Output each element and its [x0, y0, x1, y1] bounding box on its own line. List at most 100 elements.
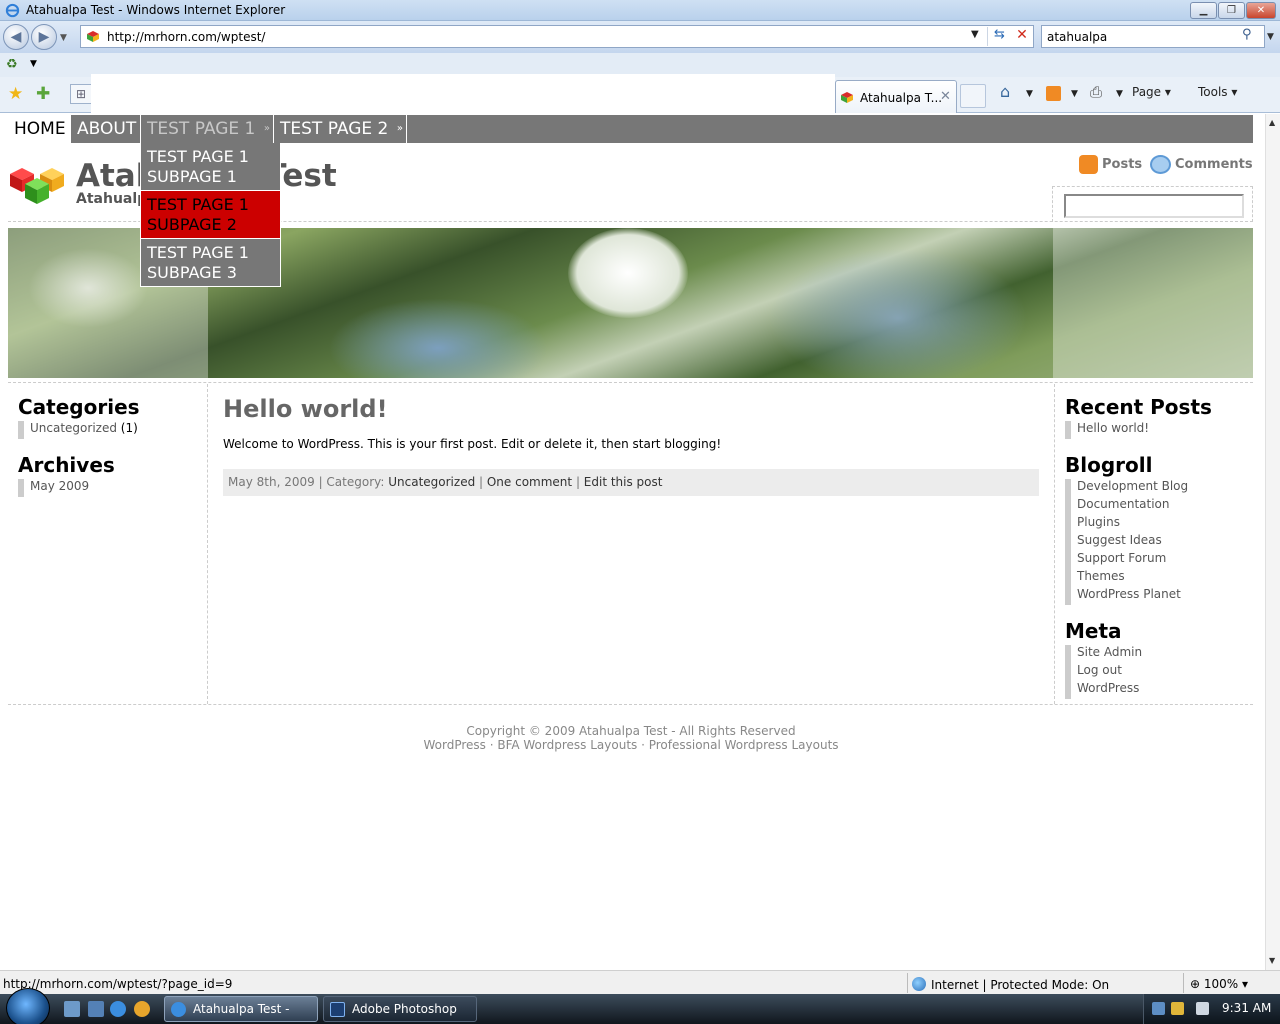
submenu-arrow-icon: »: [263, 123, 270, 134]
submenu-item-line: SUBPAGE 1: [147, 167, 237, 186]
recent-pages-dropdown-icon[interactable]: ▼: [60, 33, 67, 43]
address-url[interactable]: http://mrhorn.com/wptest/: [107, 30, 265, 44]
left-sidebar: Categories Uncategorized (1) Archives Ma…: [18, 395, 198, 511]
security-shield-icon[interactable]: [1171, 1002, 1184, 1015]
post-category-link[interactable]: Uncategorized: [388, 475, 475, 489]
post-title[interactable]: Hello world!: [223, 395, 1039, 427]
edit-post-link[interactable]: Edit this post: [584, 475, 663, 489]
scroll-down-arrow-icon[interactable]: ▼: [1269, 956, 1275, 965]
blogroll-link[interactable]: Suggest Ideas: [1065, 533, 1255, 551]
show-desktop-icon[interactable]: [64, 1001, 80, 1017]
ie-quicklaunch-icon[interactable]: [110, 1001, 126, 1017]
taskbar-button-ie[interactable]: Atahualpa Test - Wi...: [164, 996, 318, 1022]
compatibility-view-icon[interactable]: ♻: [6, 57, 22, 73]
stop-icon[interactable]: ✕: [1011, 27, 1033, 46]
browser-tab-active[interactable]: Atahualpa T... ✕: [835, 80, 957, 113]
minimize-button[interactable]: ▁: [1190, 2, 1217, 19]
blogroll-link[interactable]: Plugins: [1065, 515, 1255, 533]
meta-separator: |: [314, 475, 327, 489]
address-dropdown-icon[interactable]: ▼: [971, 29, 979, 40]
zoom-level[interactable]: ⊕ 100% ▾: [1190, 977, 1248, 991]
photoshop-icon: [330, 1002, 345, 1017]
submenu-item-subpage-2[interactable]: TEST PAGE 1 SUBPAGE 2: [140, 191, 281, 239]
add-favorites-icon[interactable]: ✚: [36, 84, 50, 104]
search-options-dropdown-icon[interactable]: ▼: [1267, 32, 1274, 42]
blogroll-link[interactable]: Documentation: [1065, 497, 1255, 515]
home-dropdown-icon[interactable]: ▼: [1026, 89, 1033, 99]
maximize-button[interactable]: ❐: [1218, 2, 1245, 19]
posts-feed-label: Posts: [1102, 157, 1143, 172]
switch-windows-icon[interactable]: [88, 1001, 104, 1017]
meta-link[interactable]: Site Admin: [1065, 645, 1255, 663]
archives-heading: Archives: [18, 453, 115, 477]
window-title: Atahualpa Test - Windows Internet Explor…: [26, 3, 286, 17]
site-logo-cubes-icon[interactable]: [8, 158, 66, 206]
search-input[interactable]: [1047, 30, 1237, 44]
comments-link[interactable]: One comment: [487, 475, 572, 489]
start-button[interactable]: [6, 988, 50, 1024]
submenu-item-subpage-3[interactable]: TEST PAGE 1 SUBPAGE 3: [140, 239, 281, 287]
network-icon[interactable]: [1152, 1002, 1165, 1015]
globe-icon: [912, 977, 926, 991]
menu-item-test-page-2[interactable]: TEST PAGE 2 »: [274, 115, 407, 143]
blogroll-link[interactable]: Development Blog: [1065, 479, 1255, 497]
list-item[interactable]: Uncategorized (1): [18, 421, 198, 439]
search-box[interactable]: ⚲: [1041, 25, 1265, 48]
feeds-icon[interactable]: [1046, 86, 1061, 101]
command-bar-blank-area: [91, 74, 835, 114]
forward-button[interactable]: ▶: [31, 24, 57, 50]
media-player-icon[interactable]: [134, 1001, 150, 1017]
print-dropdown-icon[interactable]: ▼: [1116, 89, 1123, 99]
back-button[interactable]: ◀: [3, 24, 29, 50]
blogroll-link[interactable]: Themes: [1065, 569, 1255, 587]
site-menu-bar: HOME ABOUT TEST PAGE 1 » TEST PAGE 2 »: [8, 115, 1253, 143]
scroll-up-arrow-icon[interactable]: ▲: [1269, 118, 1275, 127]
close-window-button[interactable]: ✕: [1246, 2, 1276, 19]
menu-item-test-page-1[interactable]: TEST PAGE 1 »: [141, 115, 274, 143]
menu-item-about[interactable]: ABOUT: [71, 115, 141, 143]
meta-link[interactable]: Log out: [1065, 663, 1255, 681]
submenu-item-line: TEST PAGE 1: [147, 195, 249, 214]
clock[interactable]: 9:31 AM: [1222, 1001, 1271, 1015]
tools-menu-button[interactable]: Tools ▾: [1198, 85, 1237, 99]
feeds-dropdown-icon[interactable]: ▼: [1071, 89, 1078, 99]
tab-close-icon[interactable]: ✕: [940, 89, 951, 104]
comments-feed-link[interactable]: Comments: [1150, 155, 1253, 174]
blogroll-link[interactable]: Support Forum: [1065, 551, 1255, 569]
rss-icon: [1079, 155, 1098, 174]
archive-link[interactable]: May 2009: [18, 479, 198, 497]
comment-bubble-icon: [1150, 155, 1171, 174]
print-icon[interactable]: ⎙: [1090, 83, 1102, 101]
submenu-arrow-icon: »: [396, 123, 403, 134]
address-bar[interactable]: http://mrhorn.com/wptest/ ▼ ⇆ ✕: [80, 25, 1034, 48]
security-zone[interactable]: Internet | Protected Mode: On: [912, 977, 1109, 992]
posts-feed-link[interactable]: Posts: [1079, 155, 1142, 174]
quick-tabs-icon[interactable]: ⊞: [70, 84, 92, 104]
home-icon[interactable]: ⌂: [1000, 82, 1010, 101]
search-icon[interactable]: ⚲: [1242, 27, 1252, 42]
blogroll-link[interactable]: WordPress Planet: [1065, 587, 1255, 605]
menu-item-home[interactable]: HOME: [8, 115, 71, 143]
page-menu-button[interactable]: Page ▾: [1132, 85, 1171, 99]
category-link[interactable]: Uncategorized: [30, 421, 117, 435]
footer-links[interactable]: WordPress · BFA Wordpress Layouts · Prof…: [0, 738, 1262, 752]
taskbar-button-photoshop[interactable]: Adobe Photoshop C...: [323, 996, 477, 1022]
taskbar-label: Atahualpa Test - Wi...: [193, 1002, 290, 1016]
comments-feed-label: Comments: [1175, 157, 1253, 172]
favorites-star-icon[interactable]: ★: [8, 84, 23, 104]
status-url: http://mrhorn.com/wptest/?page_id=9: [3, 977, 233, 991]
refresh-icon[interactable]: ⇆: [987, 27, 1011, 46]
volume-icon[interactable]: [1196, 1002, 1209, 1015]
new-tab-button[interactable]: [960, 84, 986, 108]
right-column-divider: [1054, 384, 1055, 704]
site-search-input[interactable]: [1064, 194, 1244, 218]
meta-link[interactable]: WordPress: [1065, 681, 1255, 699]
submenu-dropdown: TEST PAGE 1 SUBPAGE 1 TEST PAGE 1 SUBPAG…: [140, 143, 281, 287]
compatibility-dropdown-icon[interactable]: ▼: [30, 59, 37, 69]
recent-post-link[interactable]: Hello world!: [1065, 421, 1255, 439]
vertical-scrollbar[interactable]: ▲ ▼: [1265, 114, 1280, 970]
footer-divider: [8, 704, 1253, 705]
footer-copyright: Copyright © 2009 Atahualpa Test - All Ri…: [466, 724, 796, 738]
submenu-item-line: TEST PAGE 1: [147, 147, 249, 166]
submenu-item-subpage-1[interactable]: TEST PAGE 1 SUBPAGE 1: [140, 143, 281, 191]
